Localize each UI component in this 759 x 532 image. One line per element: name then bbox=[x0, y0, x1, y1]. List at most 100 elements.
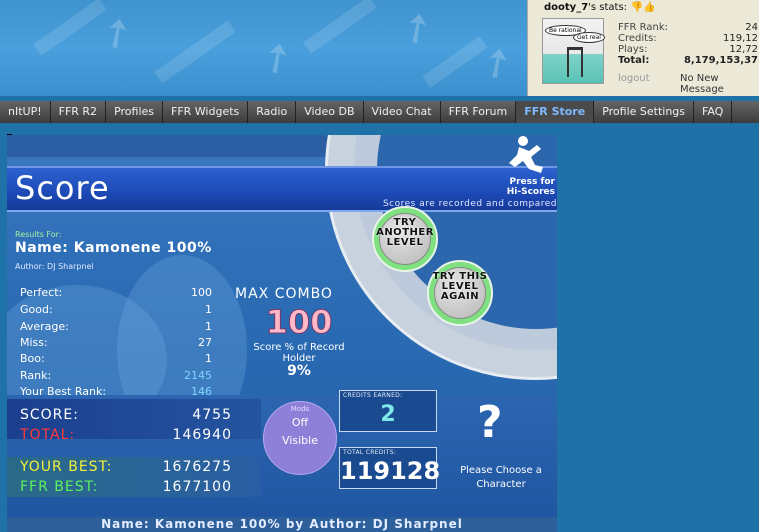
nav-tab-faq[interactable]: FAQ bbox=[694, 101, 733, 123]
button-label: TRY ANOTHER LEVEL bbox=[368, 218, 442, 248]
stat-value: 2145 bbox=[184, 369, 212, 382]
nav-tab-profiles[interactable]: Profiles bbox=[106, 101, 163, 123]
stats-value: 24 bbox=[745, 22, 758, 33]
avatar-speech-bubble: Get real bbox=[573, 32, 605, 43]
stat-miss: Miss: 27 bbox=[20, 336, 212, 351]
mods-visible: Visible bbox=[282, 434, 318, 447]
try-another-level-button[interactable]: TRY ANOTHER LEVEL bbox=[372, 206, 438, 272]
nav-tab-nitup[interactable]: nItUP! bbox=[0, 101, 51, 123]
song-name: Name: Kamonene 100% bbox=[15, 240, 212, 256]
banner-decoration bbox=[303, 0, 377, 54]
stat-label: Average: bbox=[20, 320, 69, 333]
username-link[interactable]: dooty_7 bbox=[544, 2, 588, 13]
thumbs-icon: 👎👍 bbox=[630, 2, 656, 13]
banner-arrow-icon: ➚ bbox=[389, 0, 444, 57]
label-line: AGAIN bbox=[440, 291, 480, 302]
stats-row-total: Total: 8,179,153,37 bbox=[618, 55, 759, 66]
stats-value: 12,72 bbox=[729, 44, 758, 55]
mods-label: Mods bbox=[290, 405, 310, 413]
stat-value: 1 bbox=[205, 303, 212, 316]
try-level-again-button[interactable]: TRY THIS LEVEL AGAIN bbox=[427, 260, 493, 326]
label-line: LEVEL bbox=[386, 237, 424, 248]
banner-arrow-icon: ➚ bbox=[249, 29, 304, 87]
nav-tab-radio[interactable]: Radio bbox=[248, 101, 297, 123]
stats-row-rank: FFR Rank: 24 bbox=[618, 22, 759, 33]
results-for-label: Results For: bbox=[15, 230, 62, 239]
total-credits-value: 119128 bbox=[340, 457, 441, 485]
logout-link[interactable]: logout bbox=[618, 73, 650, 84]
stat-value: 27 bbox=[198, 336, 212, 349]
stat-boo: Boo: 1 bbox=[20, 352, 212, 367]
credits-earned-label: CREDITS EARNED: bbox=[343, 392, 403, 399]
stats-row-credits: Credits: 119,12 bbox=[618, 33, 759, 44]
hiscore-runner-icon[interactable] bbox=[501, 135, 547, 175]
stats-value: 119,12 bbox=[723, 33, 758, 44]
ffr-best-value: 1677100 bbox=[162, 479, 232, 495]
choose-character-text[interactable]: Please Choose a Character bbox=[443, 464, 557, 492]
stats-label: Plays: bbox=[618, 44, 648, 55]
stat-label: Perfect: bbox=[20, 286, 63, 299]
total-row: TOTAL: 146940 bbox=[20, 427, 232, 445]
stat-label: Good: bbox=[20, 303, 53, 316]
max-combo-value: 100 bbox=[265, 303, 333, 342]
credits-earned-box: CREDITS EARNED: 2 bbox=[339, 390, 437, 432]
stats-username[interactable]: dooty_7's stats: 👎👍 bbox=[544, 2, 655, 13]
nav-tab-ffr-r2[interactable]: FFR R2 bbox=[51, 101, 107, 123]
stats-label: Credits: bbox=[618, 33, 657, 44]
your-best-label: YOUR BEST: bbox=[20, 459, 113, 475]
stats-row-plays: Plays: 12,72 bbox=[618, 44, 759, 55]
song-footer: Name: Kamonene 100% by Author: DJ Sharpn… bbox=[7, 517, 557, 532]
record-pct-value: 9% bbox=[287, 363, 311, 379]
nav-tab-ffr-widgets[interactable]: FFR Widgets bbox=[163, 101, 249, 123]
total-label: TOTAL: bbox=[20, 427, 76, 443]
stats-value: 8,179,153,37 bbox=[683, 55, 758, 66]
credits-earned-value: 2 bbox=[380, 402, 396, 427]
your-best-value: 1676275 bbox=[162, 459, 232, 475]
score-row: SCORE: 4755 bbox=[20, 407, 232, 425]
character-question-icon[interactable]: ? bbox=[477, 397, 503, 448]
song-author: Author: DJ Sharpnel bbox=[15, 262, 94, 271]
stat-good: Good: 1 bbox=[20, 303, 212, 318]
stat-value: 1 bbox=[205, 320, 212, 333]
total-credits-box: TOTAL CREDITS: 119128 bbox=[339, 447, 441, 489]
nav-tab-profile-settings[interactable]: Profile Settings bbox=[594, 101, 695, 123]
avatar[interactable]: Be rational Get real bbox=[542, 18, 605, 84]
nav-tab-ffr-store[interactable]: FFR Store bbox=[516, 101, 595, 123]
your-best-row: YOUR BEST: 1676275 bbox=[20, 459, 232, 477]
total-value: 146940 bbox=[172, 427, 232, 443]
site-banner: ➚ ➚ ➚ ➚ bbox=[0, 0, 527, 96]
recorded-note: Scores are recorded and compared bbox=[382, 199, 557, 209]
hi-scores-text: Hi-Scores bbox=[506, 187, 555, 197]
main-nav: nItUP! FFR R2 Profiles FFR Widgets Radio… bbox=[0, 101, 759, 123]
banner-decoration bbox=[154, 20, 236, 84]
page-title: Score bbox=[15, 169, 110, 207]
stat-average: Average: 1 bbox=[20, 320, 212, 335]
ffr-best-label: FFR BEST: bbox=[20, 479, 99, 495]
stats-label: Total: bbox=[618, 55, 650, 66]
button-label: TRY THIS LEVEL AGAIN bbox=[423, 272, 497, 302]
nav-tab-video-db[interactable]: Video DB bbox=[296, 101, 364, 123]
score-value: 4755 bbox=[192, 407, 232, 423]
stat-perfect: Perfect: 100 bbox=[20, 286, 212, 301]
stat-label: Rank: bbox=[20, 369, 52, 382]
nav-tab-video-chat[interactable]: Video Chat bbox=[364, 101, 441, 123]
game-score-screen: Score Press for Hi-Scores Scores are rec… bbox=[7, 135, 557, 532]
stat-value: 100 bbox=[191, 286, 212, 299]
total-credits-label: TOTAL CREDITS: bbox=[343, 449, 397, 456]
stat-label: Boo: bbox=[20, 352, 45, 365]
nav-tab-ffr-forum[interactable]: FFR Forum bbox=[441, 101, 517, 123]
user-stats-panel: dooty_7's stats: 👎👍 Be rational Get real… bbox=[527, 0, 759, 96]
ffr-best-row: FFR BEST: 1677100 bbox=[20, 479, 232, 497]
stats-suffix: 's stats: bbox=[588, 2, 628, 13]
avatar-figure bbox=[567, 47, 583, 77]
record-pct-label: Score % of Record Holder bbox=[253, 342, 345, 364]
press-for-text: Press for bbox=[509, 177, 555, 187]
stat-value: 1 bbox=[205, 352, 212, 365]
mods-off: Off bbox=[291, 416, 309, 429]
hiscores-link[interactable]: Press for Hi-Scores bbox=[447, 177, 555, 197]
stat-label: Miss: bbox=[20, 336, 48, 349]
max-combo-label: MAX COMBO bbox=[235, 286, 333, 302]
messages-link[interactable]: No New Message bbox=[680, 73, 759, 95]
stat-rank: Rank: 2145 bbox=[20, 369, 212, 384]
stats-label: FFR Rank: bbox=[618, 22, 668, 33]
